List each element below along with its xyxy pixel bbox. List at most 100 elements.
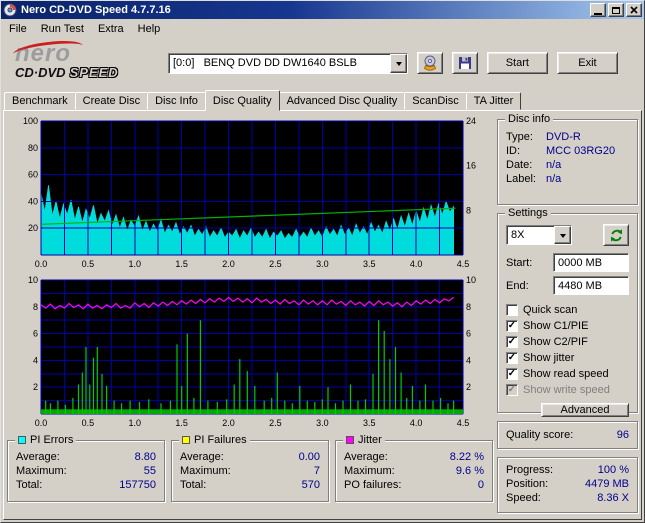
menu-item-help[interactable]: Help [131,20,168,38]
toolbar: nero CD·DVD SPEED [0:0] BENQ DVD DD DW164… [1,37,644,89]
progress-row: Position: 4479 MB [504,477,631,491]
tab-disc-quality[interactable]: Disc Quality [204,90,280,111]
stat-row: Average: 8.80 [15,450,157,464]
hand-disc-icon [424,55,437,71]
checkbox-box: ✓ [506,383,518,396]
start-button[interactable]: Start [486,52,548,74]
minimize-icon [594,12,602,15]
stats-title-text: PI Errors [30,434,74,446]
stats-title-text: Jitter [358,434,382,446]
disc-info-label: Label: [506,173,536,185]
speed-select-value: 8X [511,229,525,241]
svg-text:100: 100 [23,116,38,126]
checkbox-show-read-speed[interactable]: ✓ Show read speed [506,366,629,381]
stat-label: Maximum: [344,465,395,477]
refresh-button[interactable] [603,224,629,246]
pi-failures-color-chip [182,436,190,444]
svg-text:4.0: 4.0 [410,418,423,428]
speed-select-arrow[interactable] [554,226,571,244]
close-button[interactable] [626,3,642,17]
svg-text:3.5: 3.5 [363,259,376,269]
stat-label: Maximum: [16,465,67,477]
progress-row: Progress: 100 % [504,463,631,477]
stat-label: Maximum: [180,465,231,477]
stat-row: PO failures: 0 [343,478,485,492]
stat-label: Average: [344,451,388,463]
stat-label: Average: [16,451,60,463]
close-icon [630,6,638,14]
stat-row: Total: 157750 [15,478,157,492]
checkbox-show-write-speed: ✓ Show write speed [506,382,629,397]
end-field-label: End: [506,279,529,292]
minimize-button[interactable] [590,3,606,17]
progress-label: Progress: [506,464,554,476]
svg-text:24: 24 [466,116,476,126]
svg-text:20: 20 [28,223,38,233]
disc-info-title: Disc info [505,113,554,125]
drive-select-arrow[interactable] [390,53,408,73]
svg-text:10: 10 [28,275,38,285]
refresh-icon [610,228,622,242]
logo-cddvd-text: CD·DVD [15,65,66,80]
svg-text:60: 60 [28,170,38,180]
svg-text:0.0: 0.0 [35,418,48,428]
checkbox-label: Show C1/PIE [523,319,589,332]
checkbox-show-jitter[interactable]: ✓ Show jitter [506,350,629,365]
tab-create-disc[interactable]: Create Disc [74,92,149,110]
checkbox-show-c2-pif[interactable]: ✓ Show C2/PIF [506,334,629,349]
drive-select[interactable]: [0:0] BENQ DVD DD DW1640 BSLB [168,52,409,74]
quality-score-label: Quality score: [506,429,574,441]
pie-readspeed-chart: 20 40 60 80 100 8 16 24 0.0 0.5 1.0 1.5 2.0 2.5 3.0 3.5… [23,116,476,269]
app-window: Nero CD-DVD Speed 4.7.7.16 File Run Test E… [0,0,645,523]
progress-label: Position: [506,478,549,490]
settings-box: Settings 8X Start: 0000 MB End: 4480 MB … [497,207,638,417]
svg-text:0.5: 0.5 [82,418,95,428]
menu-item-file[interactable]: File [2,20,34,38]
checkbox-show-c1-pie[interactable]: ✓ Show C1/PIE [506,318,629,333]
stats-pi-errors: PI Errors Average: 8.80 Maximum: 55 Total: 157… [7,434,165,502]
progress-box: Progress: 100 % Position: 4479 MB Speed: 8.36… [497,457,638,513]
svg-text:2: 2 [33,382,38,392]
exit-button[interactable]: Exit [556,52,619,74]
svg-text:2: 2 [466,382,471,392]
advanced-button[interactable]: Advanced [541,403,629,417]
stat-value: 8.22 % [449,451,484,463]
tab-benchmark[interactable]: Benchmark [4,92,76,110]
eject-disc-button[interactable] [417,52,444,74]
speed-select[interactable]: 8X [506,225,572,245]
end-input[interactable] [553,276,629,295]
checkbox-box: ✓ [506,367,518,380]
svg-text:2.0: 2.0 [222,259,235,269]
charts-column: 20 40 60 80 100 8 16 24 0.0 0.5 1.0 1.5 2.0 2.5 3.0 3.5… [7,115,493,516]
stat-label: PO failures: [344,479,402,491]
start-input[interactable] [553,253,629,272]
stats-title-pi-errors: PI Errors [15,434,77,446]
stats-title-text: PI Failures [194,434,247,446]
svg-text:80: 80 [28,143,38,153]
menu-item-extra[interactable]: Extra [91,20,131,38]
stat-row: Maximum: 55 [15,464,157,478]
checkbox-box: ✓ [506,319,518,332]
svg-text:6: 6 [466,329,471,339]
checkbox-label: Show jitter [523,351,575,364]
tab-scandisc[interactable]: ScanDisc [404,92,467,110]
tab-disc-info[interactable]: Disc Info [147,92,206,110]
stat-value: 8.80 [134,451,156,463]
save-floppy-icon [458,57,471,69]
svg-text:2.0: 2.0 [222,418,235,428]
tab-advanced-disc-quality[interactable]: Advanced Disc Quality [278,92,406,110]
save-button[interactable] [452,52,478,74]
disc-info-label: Type: [506,131,533,143]
stat-label: Total: [180,479,207,491]
stats-title-pi-failures: PI Failures [179,434,250,446]
checkbox-quick-scan[interactable]: Quick scan [506,302,629,317]
tab-ta-jitter[interactable]: TA Jitter [465,92,522,110]
checkbox-box [506,303,518,316]
progress-row: Speed: 8.36 X [504,491,631,505]
menu-item-run-test[interactable]: Run Test [34,20,91,38]
pi-errors-color-chip [18,436,26,444]
stat-value: 0 [477,479,484,491]
svg-text:2.5: 2.5 [269,418,282,428]
stat-row: Total: 570 [179,478,321,492]
maximize-button[interactable] [608,3,624,17]
